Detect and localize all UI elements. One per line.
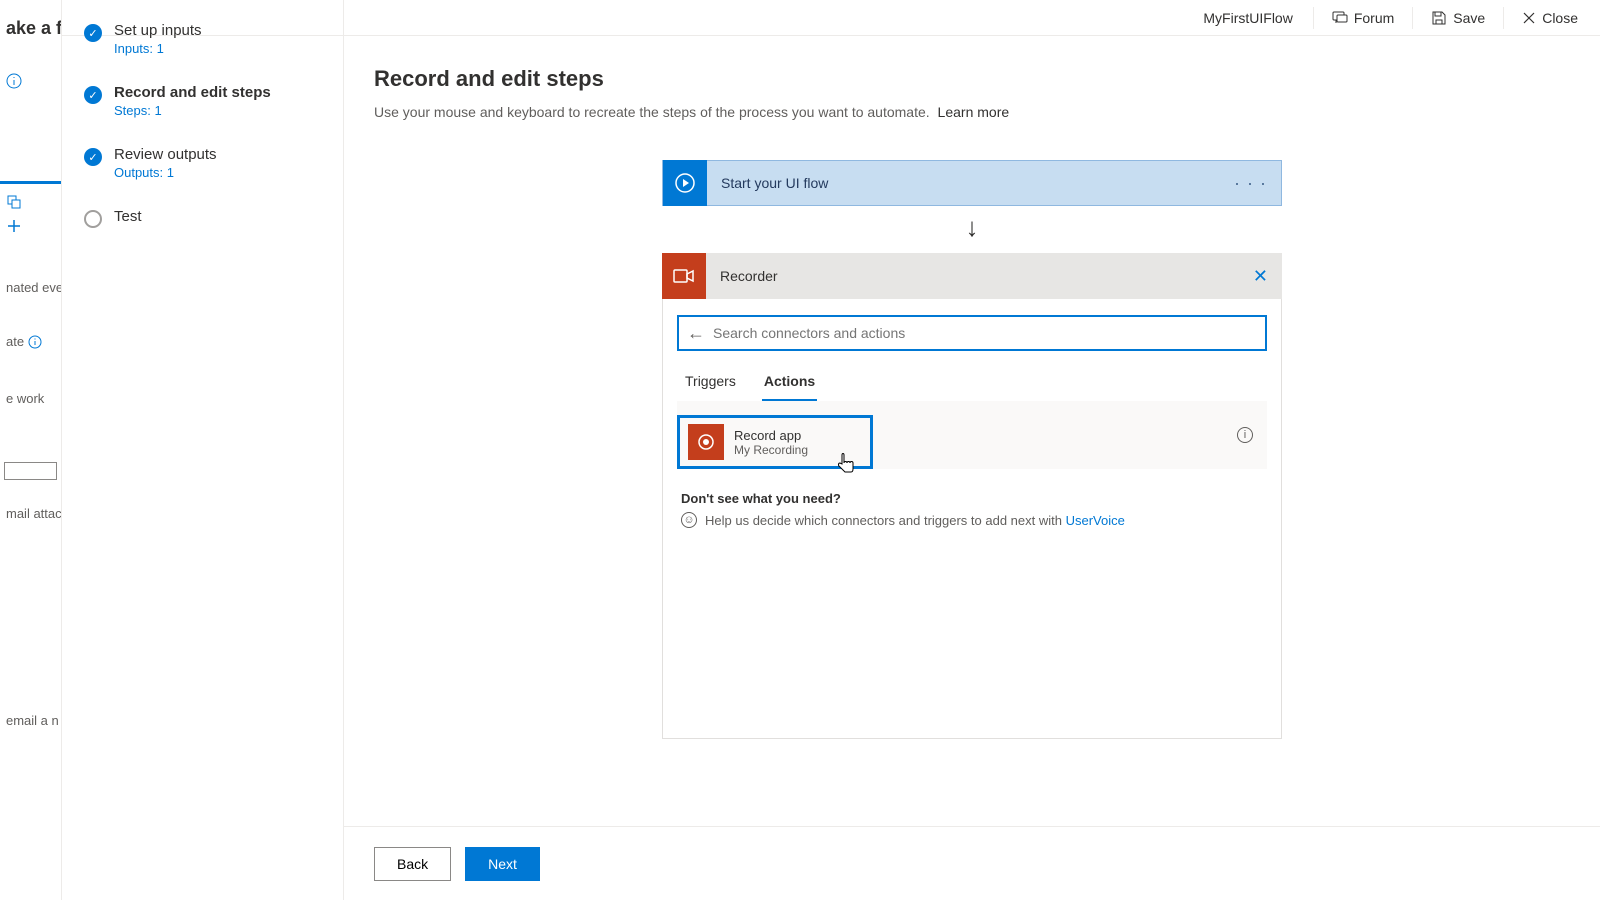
flow-canvas: Start your UI flow · · · ↓ Recorder ✕ ← bbox=[662, 160, 1282, 739]
tab-triggers[interactable]: Triggers bbox=[683, 365, 738, 401]
learn-more-link[interactable]: Learn more bbox=[938, 104, 1010, 120]
close-icon bbox=[1522, 11, 1536, 25]
info-icon bbox=[28, 335, 42, 349]
action-title: Record app bbox=[734, 428, 808, 443]
need-help-line: ☺ Help us decide which connectors and tr… bbox=[681, 512, 1267, 528]
step-record-edit[interactable]: ✓ Record and edit steps Steps: 1 bbox=[84, 84, 321, 118]
wizard-steps: ✓ Set up inputs Inputs: 1 ✓ Record and e… bbox=[62, 0, 344, 900]
cropped-text: e work bbox=[0, 385, 61, 412]
cropped-title: ake a fl bbox=[0, 0, 61, 45]
step-sub: Steps: 1 bbox=[114, 103, 271, 118]
need-help: Don't see what you need? ☺ Help us decid… bbox=[681, 491, 1267, 528]
uservoice-link[interactable]: UserVoice bbox=[1066, 513, 1125, 528]
next-button[interactable]: Next bbox=[465, 847, 540, 881]
forum-icon bbox=[1332, 10, 1348, 26]
page-description: Use your mouse and keyboard to recreate … bbox=[374, 104, 1600, 120]
selected-bar bbox=[0, 181, 61, 184]
step-label: Set up inputs bbox=[114, 22, 202, 39]
start-flow-card[interactable]: Start your UI flow · · · bbox=[662, 160, 1282, 206]
step-sub: Outputs: 1 bbox=[114, 165, 217, 180]
check-icon: ✓ bbox=[84, 86, 102, 104]
need-question: Don't see what you need? bbox=[681, 491, 1267, 506]
recorder-title: Recorder bbox=[706, 268, 1239, 284]
step-set-up-inputs[interactable]: ✓ Set up inputs Inputs: 1 bbox=[84, 22, 321, 56]
step-label: Test bbox=[114, 208, 142, 225]
back-arrow-icon[interactable]: ← bbox=[687, 323, 705, 344]
step-test[interactable]: Test bbox=[84, 208, 321, 228]
search-box[interactable]: ← bbox=[677, 315, 1267, 351]
cropped-text: ate bbox=[0, 328, 61, 355]
smiley-icon: ☺ bbox=[681, 512, 697, 528]
play-icon bbox=[663, 160, 707, 206]
flow-name: MyFirstUIFlow bbox=[1189, 10, 1306, 26]
step-review-outputs[interactable]: ✓ Review outputs Outputs: 1 bbox=[84, 146, 321, 180]
action-row: Record app My Recording i bbox=[677, 401, 1267, 469]
check-icon: ✓ bbox=[84, 24, 102, 42]
page-title: Record and edit steps bbox=[374, 66, 1600, 92]
info-icon[interactable]: i bbox=[1237, 427, 1253, 443]
info-icon bbox=[6, 73, 22, 89]
cropped-text: mail attac bbox=[0, 500, 61, 527]
left-nav-cropped: ake a fl nated even ate e work mail atta… bbox=[0, 0, 62, 900]
layers-icon bbox=[6, 194, 22, 210]
save-button[interactable]: Save bbox=[1419, 0, 1497, 36]
wizard-footer: Back Next bbox=[344, 826, 1600, 900]
save-icon bbox=[1431, 10, 1447, 26]
tab-actions[interactable]: Actions bbox=[762, 365, 817, 401]
camera-icon bbox=[662, 253, 706, 299]
forum-label: Forum bbox=[1354, 10, 1394, 26]
close-recorder-icon[interactable]: ✕ bbox=[1239, 266, 1282, 287]
step-label: Record and edit steps bbox=[114, 84, 271, 101]
empty-dot-icon bbox=[84, 210, 102, 228]
save-label: Save bbox=[1453, 10, 1485, 26]
divider bbox=[1412, 7, 1413, 29]
tab-strip: Triggers Actions bbox=[683, 365, 1267, 401]
step-sub: Inputs: 1 bbox=[114, 41, 202, 56]
close-label: Close bbox=[1542, 10, 1578, 26]
action-record-app[interactable]: Record app My Recording bbox=[677, 415, 873, 469]
cropped-text: nated even bbox=[0, 274, 61, 301]
cropped-text: email a n bbox=[0, 707, 61, 734]
divider bbox=[1503, 7, 1504, 29]
search-input[interactable] bbox=[713, 325, 1257, 341]
record-icon bbox=[688, 424, 724, 460]
main-content: Record and edit steps Use your mouse and… bbox=[344, 36, 1600, 826]
more-menu[interactable]: · · · bbox=[1220, 173, 1281, 194]
arrow-down-icon: ↓ bbox=[662, 212, 1282, 243]
close-button[interactable]: Close bbox=[1510, 0, 1590, 36]
recorder-body: ← Triggers Actions Record app My Recordi bbox=[662, 299, 1282, 739]
divider bbox=[1313, 7, 1314, 29]
action-subtitle: My Recording bbox=[734, 443, 808, 457]
back-button[interactable]: Back bbox=[374, 847, 451, 881]
forum-button[interactable]: Forum bbox=[1320, 0, 1406, 36]
plus-icon[interactable] bbox=[6, 218, 22, 234]
check-icon: ✓ bbox=[84, 148, 102, 166]
start-card-title: Start your UI flow bbox=[707, 175, 1220, 191]
cropped-box bbox=[4, 462, 57, 480]
recorder-card: Recorder ✕ ← Triggers Actions bbox=[662, 253, 1282, 739]
recorder-header: Recorder ✕ bbox=[662, 253, 1282, 299]
step-label: Review outputs bbox=[114, 146, 217, 163]
